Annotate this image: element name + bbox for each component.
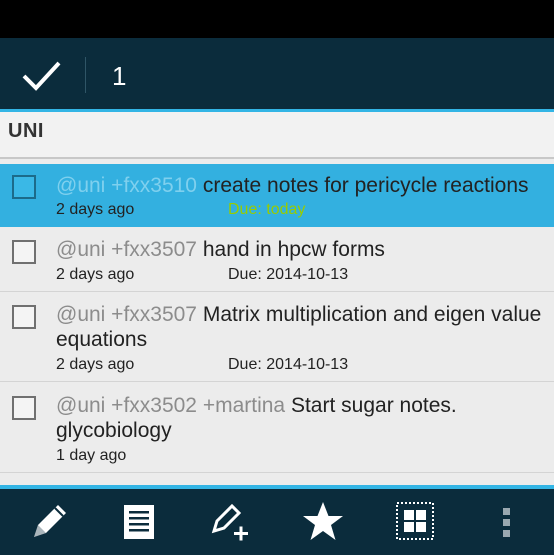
task-title: hand in hpcw forms bbox=[202, 238, 385, 261]
task-text: @uni +fxx3507 hand in hpcw forms bbox=[56, 237, 544, 262]
task-created: 2 days ago bbox=[56, 266, 135, 283]
overflow-menu-icon bbox=[503, 508, 510, 537]
task-due: Due: today bbox=[228, 201, 306, 218]
add-task-button[interactable] bbox=[206, 497, 256, 547]
task-row[interactable]: @uni +fxx3507 hand in hpcw forms 2 days … bbox=[0, 227, 554, 292]
task-checkbox[interactable] bbox=[12, 240, 36, 264]
task-created: 1 day ago bbox=[56, 447, 127, 464]
done-check-button[interactable] bbox=[14, 50, 68, 100]
task-tags: @uni +fxx3507 bbox=[56, 303, 197, 326]
task-row[interactable]: @uni +fxx3510 create notes for pericycle… bbox=[0, 164, 554, 227]
task-text: @uni +fxx3507 Matrix multiplication and … bbox=[56, 302, 544, 352]
task-due: Due: 2014-10-13 bbox=[228, 356, 349, 373]
action-bar bbox=[0, 38, 554, 109]
star-icon bbox=[303, 502, 343, 540]
list-header bbox=[0, 112, 554, 158]
edit-button[interactable] bbox=[22, 497, 72, 547]
star-button[interactable] bbox=[298, 497, 348, 547]
list-header-title: UNI bbox=[8, 120, 44, 142]
task-title: create notes for pericycle reactions bbox=[202, 174, 529, 197]
task-checkbox[interactable] bbox=[12, 175, 36, 199]
status-bar bbox=[0, 0, 554, 38]
task-tags: @uni +fxx3502 +martina bbox=[56, 394, 286, 417]
task-text: @uni +fxx3502 +martina Start sugar notes… bbox=[56, 393, 544, 443]
bottom-action-bar bbox=[0, 489, 554, 555]
add-task-icon bbox=[211, 503, 248, 541]
action-bar-divider bbox=[85, 57, 86, 93]
task-row[interactable]: @uni +fxx3507 Matrix multiplication and … bbox=[0, 292, 554, 382]
task-row[interactable]: @uni +fxx3502 +martina Start sugar notes… bbox=[0, 382, 554, 473]
task-due: Due: 2014-10-13 bbox=[228, 266, 349, 283]
task-created: 2 days ago bbox=[56, 201, 135, 218]
list-button[interactable] bbox=[114, 497, 164, 547]
task-created: 2 days ago bbox=[56, 356, 135, 373]
task-tags: @uni +fxx3510 bbox=[56, 174, 197, 197]
overflow-menu-button[interactable] bbox=[482, 497, 532, 547]
task-checkbox[interactable] bbox=[12, 305, 36, 329]
check-icon bbox=[22, 61, 61, 91]
selected-count: 1 bbox=[112, 61, 127, 91]
task-checkbox[interactable] bbox=[12, 396, 36, 420]
task-tags: @uni +fxx3507 bbox=[56, 238, 197, 261]
list-icon bbox=[124, 505, 154, 539]
task-text: @uni +fxx3510 create notes for pericycle… bbox=[56, 173, 544, 198]
pencil-icon bbox=[34, 505, 66, 537]
select-all-icon bbox=[396, 502, 434, 540]
select-all-button[interactable] bbox=[390, 497, 440, 547]
